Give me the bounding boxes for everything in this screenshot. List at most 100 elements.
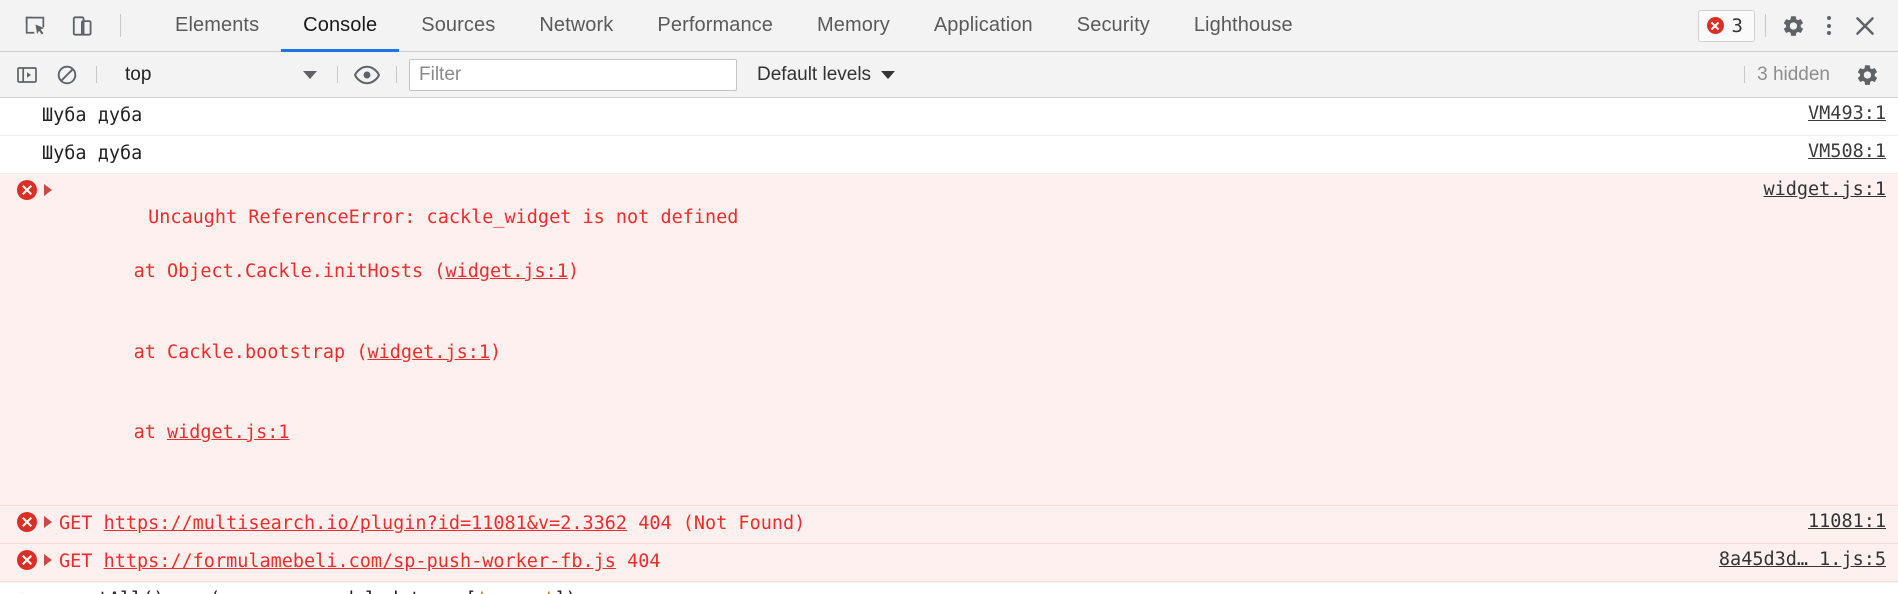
error-count-badge[interactable]: 3 xyxy=(1697,9,1755,42)
gear-icon[interactable] xyxy=(1776,9,1810,43)
row-gutter xyxy=(12,140,42,142)
error-circle-icon xyxy=(1706,17,1724,34)
tab-memory[interactable]: Memory xyxy=(795,0,912,51)
toolbar-divider xyxy=(1744,66,1746,83)
code-token: => xyxy=(243,589,288,594)
error-headline: Uncaught ReferenceError: cackle_widget i… xyxy=(148,207,739,229)
stack-frame: at widget.js:1 xyxy=(59,420,1745,447)
stack-suffix: ) xyxy=(567,261,580,283)
kebab-menu-icon[interactable] xyxy=(1814,9,1844,43)
log-levels-label: Default levels xyxy=(757,63,872,85)
tab-label: Security xyxy=(1076,14,1150,36)
devtools-panel: Elements Console Sources Network Perform… xyxy=(0,0,1898,594)
http-status: 404 (Not Found) xyxy=(638,513,806,535)
tab-label: Performance xyxy=(657,14,773,36)
execution-context-selector[interactable]: top xyxy=(115,60,325,90)
console-network-error-row[interactable]: GET https://formulamebeli.com/sp-push-wo… xyxy=(0,544,1898,582)
tab-sources[interactable]: Sources xyxy=(399,0,517,51)
stack-suffix: ) xyxy=(490,341,502,363)
tab-label: Sources xyxy=(421,14,496,36)
console-log-row[interactable]: Шуба дуба VM493:1 xyxy=(0,98,1898,136)
log-message-text: Шуба дуба xyxy=(42,142,143,164)
network-error-text: GET https://formulamebeli.com/sp-push-wo… xyxy=(59,548,1701,576)
clear-console-icon[interactable] xyxy=(50,58,84,92)
hidden-messages-count: 3 hidden xyxy=(1757,63,1830,85)
network-error-text: GET https://multisearch.io/plugin?id=110… xyxy=(59,510,1790,538)
stack-prefix: at Object.Cackle.initHosts ( xyxy=(89,261,446,283)
panel-tabs: Elements Console Sources Network Perform… xyxy=(137,0,1698,52)
tabbar-left-icons xyxy=(0,0,137,51)
command-text: ga.getAll().map(pc => pc.model.data.ea['… xyxy=(42,586,1886,594)
tab-elements[interactable]: Elements xyxy=(153,0,281,51)
console-network-error-row[interactable]: GET https://multisearch.io/plugin?id=110… xyxy=(0,506,1898,545)
source-link[interactable]: 11081:1 xyxy=(1790,510,1886,532)
code-token: pc xyxy=(287,589,309,594)
toolbar-divider xyxy=(120,14,121,37)
log-message-text: Шуба дуба xyxy=(42,105,143,126)
toolbar-divider xyxy=(396,66,397,83)
log-levels-dropdown[interactable]: Default levels xyxy=(757,63,896,86)
chevron-down-icon xyxy=(881,70,896,79)
console-error-row[interactable]: Uncaught ReferenceError: cackle_widget i… xyxy=(0,173,1898,507)
stack-prefix: at xyxy=(89,421,167,443)
error-circle-icon xyxy=(17,550,37,571)
tab-performance[interactable]: Performance xyxy=(635,0,795,51)
tab-label: Network xyxy=(539,14,614,36)
tab-lighthouse[interactable]: Lighthouse xyxy=(1172,0,1315,51)
stack-link[interactable]: widget.js:1 xyxy=(167,422,290,443)
error-count-label: 3 xyxy=(1731,14,1743,37)
tab-label: Lighthouse xyxy=(1193,14,1293,36)
console-message-list: Шуба дуба VM493:1 Шуба дуба VM508:1 Unca… xyxy=(0,98,1898,594)
tab-label: Elements xyxy=(175,14,260,36)
stack-link[interactable]: widget.js:1 xyxy=(445,261,568,282)
http-status: 404 xyxy=(627,551,661,573)
device-toolbar-icon[interactable] xyxy=(66,9,100,43)
tab-label: Application xyxy=(933,14,1033,36)
stack-link[interactable]: widget.js:1 xyxy=(367,342,490,363)
tab-network[interactable]: Network xyxy=(517,0,635,51)
expand-arrow-icon[interactable] xyxy=(44,516,52,529)
tab-console[interactable]: Console xyxy=(281,0,400,52)
tab-security[interactable]: Security xyxy=(1055,0,1172,51)
source-link[interactable]: VM508:1 xyxy=(1790,140,1886,162)
http-method: GET xyxy=(59,551,93,573)
code-token: ]) xyxy=(554,589,576,594)
source-link[interactable]: VM493:1 xyxy=(1790,102,1886,124)
code-token: pc xyxy=(220,589,242,594)
gear-icon[interactable] xyxy=(1850,58,1884,92)
prompt-glyph: > xyxy=(21,587,32,594)
devtools-tabbar: Elements Console Sources Network Perform… xyxy=(0,0,1898,52)
code-token: ':name' xyxy=(476,589,554,594)
source-link[interactable]: widget.js:1 xyxy=(1745,178,1886,200)
source-link[interactable]: 8a45d3d… 1.js:5 xyxy=(1701,548,1886,570)
tabbar-right-controls: 3 xyxy=(1697,0,1898,51)
console-sidebar-icon[interactable] xyxy=(10,58,44,92)
inspect-element-icon[interactable] xyxy=(18,9,52,43)
expand-arrow-icon[interactable] xyxy=(44,183,52,196)
close-icon[interactable] xyxy=(1848,9,1882,43)
row-gutter xyxy=(12,548,42,571)
execution-context-label: top xyxy=(125,63,152,85)
row-gutter xyxy=(12,102,42,104)
tab-label: Memory xyxy=(817,14,890,36)
row-gutter xyxy=(12,178,42,200)
tab-label: Console xyxy=(303,14,378,36)
request-url-link[interactable]: https://multisearch.io/plugin?id=11081&v… xyxy=(104,513,627,534)
toolbar-divider xyxy=(1765,14,1766,37)
error-circle-icon xyxy=(17,512,37,533)
row-gutter xyxy=(12,510,42,533)
error-message-text: Uncaught ReferenceError: cackle_widget i… xyxy=(59,178,1745,501)
expand-arrow-icon[interactable] xyxy=(44,554,52,567)
console-command-row[interactable]: > ga.getAll().map(pc => pc.model.data.ea… xyxy=(0,582,1898,594)
console-log-row[interactable]: Шуба дуба VM508:1 xyxy=(0,135,1898,174)
toolbar-divider xyxy=(96,66,97,83)
tab-application[interactable]: Application xyxy=(912,0,1055,51)
http-method: GET xyxy=(59,513,93,535)
code-token: ga.getAll().map( xyxy=(42,589,220,594)
filter-input[interactable] xyxy=(409,58,737,91)
stack-prefix: at Cackle.bootstrap ( xyxy=(89,341,368,363)
console-filter-toolbar: top Default levels 3 hidden xyxy=(0,52,1898,98)
error-circle-icon xyxy=(17,179,37,200)
request-url-link[interactable]: https://formulamebeli.com/sp-push-worker… xyxy=(104,551,616,572)
live-expression-icon[interactable] xyxy=(350,58,384,92)
